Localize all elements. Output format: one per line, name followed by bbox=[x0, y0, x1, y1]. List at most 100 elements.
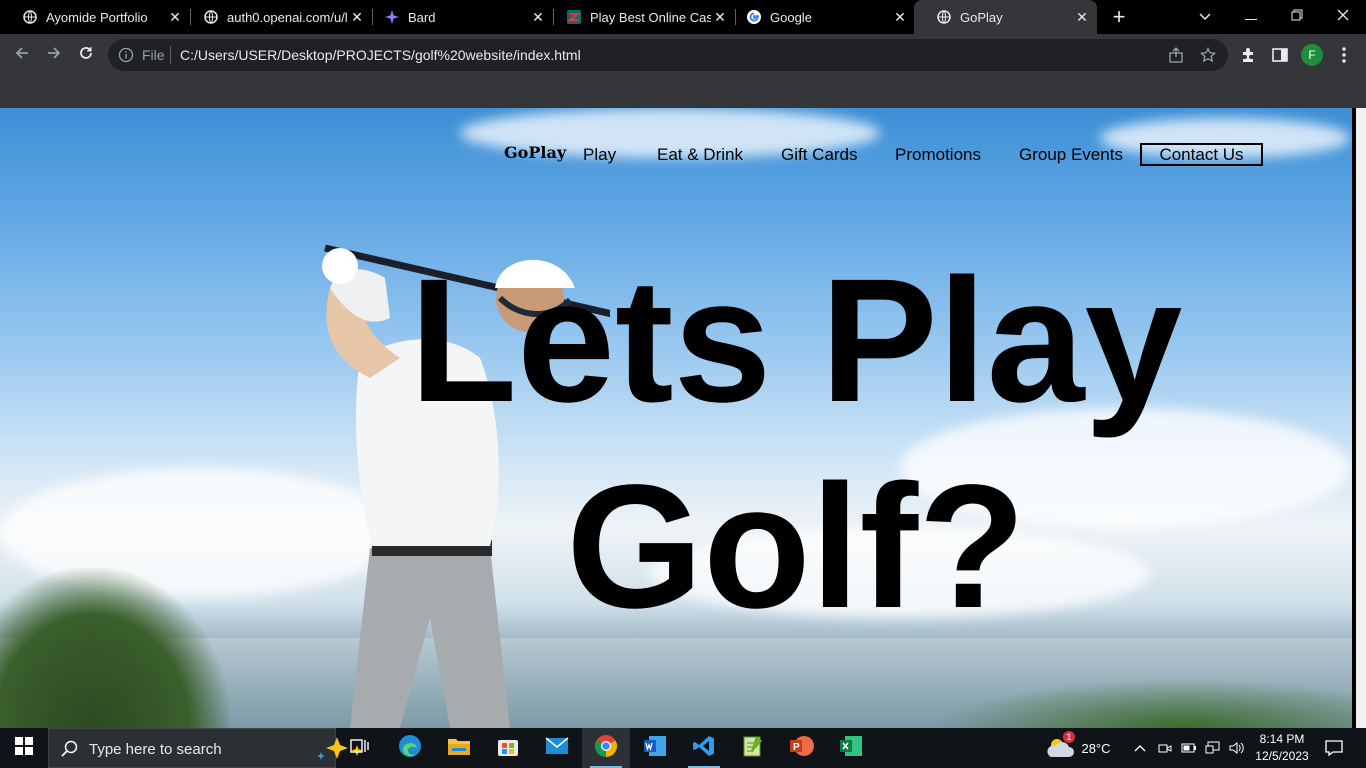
notepad-icon bbox=[742, 734, 764, 763]
taskbar-excel[interactable] bbox=[827, 728, 875, 768]
taskbar-store[interactable] bbox=[484, 728, 532, 768]
casino-icon bbox=[566, 9, 582, 25]
taskbar-word[interactable] bbox=[631, 728, 679, 768]
close-icon bbox=[1337, 8, 1349, 26]
site-navigation: GoPlay Play Eat & Drink Gift Cards Promo… bbox=[0, 108, 1352, 198]
minimize-icon bbox=[1245, 8, 1257, 26]
tab-google[interactable]: Google ✕ bbox=[724, 0, 915, 34]
tab-strip: Ayomide Portfolio ✕ auth0.openai.com/u/l… bbox=[0, 0, 1366, 34]
battery-icon[interactable] bbox=[1179, 728, 1199, 768]
network-icon[interactable] bbox=[1203, 728, 1223, 768]
scrollbar-thumb[interactable] bbox=[1352, 108, 1356, 728]
weather-temperature[interactable]: 28°C bbox=[1078, 728, 1114, 768]
nav-link-group-events[interactable]: Group Events bbox=[1019, 145, 1123, 165]
task-view-button[interactable] bbox=[336, 728, 384, 768]
task-view-icon bbox=[350, 737, 370, 760]
weather-cloud-icon: 1 bbox=[1045, 730, 1075, 762]
tab-search-button[interactable] bbox=[1182, 0, 1228, 34]
chevron-down-icon bbox=[1199, 8, 1211, 26]
star-icon[interactable] bbox=[1199, 46, 1217, 63]
restore-button[interactable] bbox=[1274, 0, 1320, 34]
weather-widget[interactable]: 1 bbox=[1042, 728, 1078, 768]
contact-us-button[interactable]: Contact Us bbox=[1140, 143, 1263, 166]
taskbar-chrome[interactable] bbox=[582, 728, 630, 768]
meet-now-icon[interactable] bbox=[1155, 728, 1175, 768]
page-viewport: GoPlay Play Eat & Drink Gift Cards Promo… bbox=[0, 108, 1352, 728]
tab-goplay[interactable]: GoPlay ✕ bbox=[914, 0, 1097, 34]
store-icon bbox=[497, 735, 519, 762]
tab-title: auth0.openai.com/u/l bbox=[227, 9, 348, 25]
chrome-icon bbox=[594, 734, 618, 763]
nav-link-gift-cards[interactable]: Gift Cards bbox=[781, 145, 858, 165]
google-icon bbox=[746, 9, 762, 25]
start-button[interactable] bbox=[0, 728, 48, 768]
bookmarks-bar bbox=[0, 76, 1366, 108]
tab-title: Bard bbox=[408, 9, 436, 25]
windows-taskbar: Type here to search P 1 28°C 8:14 PM 12/… bbox=[0, 728, 1366, 768]
browser-toolbar: File C:/Users/USER/Desktop/PROJECTS/golf… bbox=[0, 34, 1366, 76]
vscode-icon bbox=[692, 734, 716, 763]
trees-left bbox=[0, 568, 230, 728]
close-icon[interactable]: ✕ bbox=[891, 8, 909, 26]
address-bar[interactable]: File C:/Users/USER/Desktop/PROJECTS/golf… bbox=[108, 39, 1228, 71]
bard-icon bbox=[384, 9, 400, 25]
close-icon[interactable]: ✕ bbox=[1073, 8, 1091, 26]
nav-link-play[interactable]: Play bbox=[583, 145, 616, 165]
taskbar-search[interactable]: Type here to search bbox=[48, 728, 363, 768]
tab-ayomide-portfolio[interactable]: Ayomide Portfolio ✕ bbox=[0, 0, 190, 34]
trees-right bbox=[932, 678, 1352, 728]
reload-icon bbox=[78, 45, 94, 66]
system-clock[interactable]: 8:14 PM 12/5/2023 bbox=[1252, 731, 1312, 765]
page-scrollbar[interactable] bbox=[1352, 108, 1366, 728]
restore-icon bbox=[1291, 8, 1303, 26]
search-placeholder: Type here to search bbox=[89, 741, 222, 758]
taskbar-edge[interactable] bbox=[386, 728, 434, 768]
nav-link-promotions[interactable]: Promotions bbox=[895, 145, 981, 165]
mail-icon bbox=[545, 736, 569, 760]
tab-auth0[interactable]: auth0.openai.com/u/l ✕ bbox=[181, 0, 372, 34]
folder-icon bbox=[447, 736, 471, 761]
chevron-up-icon[interactable] bbox=[1130, 728, 1150, 768]
hero-line-2: Golf? bbox=[566, 449, 1026, 645]
tab-title: GoPlay bbox=[960, 9, 1003, 25]
notification-icon[interactable] bbox=[1322, 728, 1346, 768]
minimize-button[interactable] bbox=[1228, 0, 1274, 34]
search-icon bbox=[61, 740, 79, 763]
extensions-icon[interactable] bbox=[1238, 45, 1258, 65]
side-panel-icon[interactable] bbox=[1270, 45, 1290, 65]
volume-icon[interactable] bbox=[1227, 728, 1247, 768]
profile-avatar[interactable]: F bbox=[1301, 44, 1323, 66]
weather-badge: 1 bbox=[1063, 730, 1075, 743]
tab-casino[interactable]: Play Best Online Casi ✕ bbox=[544, 0, 735, 34]
share-icon[interactable] bbox=[1168, 47, 1184, 63]
more-menu-icon[interactable] bbox=[1334, 45, 1354, 65]
globe-icon bbox=[936, 9, 952, 25]
windows-icon bbox=[15, 736, 33, 760]
clock-time: 8:14 PM bbox=[1259, 732, 1305, 746]
site-logo[interactable]: GoPlay bbox=[504, 143, 566, 162]
clock-date: 12/5/2023 bbox=[1255, 749, 1309, 763]
tab-title: Google bbox=[770, 9, 812, 25]
excel-icon bbox=[839, 735, 863, 762]
taskbar-notepad-plus-plus[interactable] bbox=[729, 728, 777, 768]
new-tab-button[interactable]: + bbox=[1108, 6, 1130, 28]
address-divider bbox=[170, 46, 171, 64]
word-icon bbox=[643, 735, 667, 762]
taskbar-file-explorer[interactable] bbox=[435, 728, 483, 768]
taskbar-powerpoint[interactable]: P bbox=[778, 728, 826, 768]
taskbar-vscode[interactable] bbox=[680, 728, 728, 768]
edge-icon bbox=[398, 734, 422, 763]
nav-link-eat-drink[interactable]: Eat & Drink bbox=[657, 145, 743, 165]
close-window-button[interactable] bbox=[1320, 0, 1366, 34]
forward-button[interactable] bbox=[40, 41, 68, 69]
tab-bard[interactable]: Bard ✕ bbox=[362, 0, 553, 34]
url-text[interactable]: C:/Users/USER/Desktop/PROJECTS/golf%20we… bbox=[180, 47, 581, 63]
reload-button[interactable] bbox=[72, 41, 100, 69]
scheme-label: File bbox=[142, 47, 165, 63]
globe-icon bbox=[203, 9, 219, 25]
globe-icon bbox=[22, 9, 38, 25]
taskbar-mail[interactable] bbox=[533, 728, 581, 768]
back-button[interactable] bbox=[8, 41, 36, 69]
hero-line-1: Lets Play bbox=[409, 243, 1183, 439]
info-icon[interactable] bbox=[118, 47, 134, 63]
